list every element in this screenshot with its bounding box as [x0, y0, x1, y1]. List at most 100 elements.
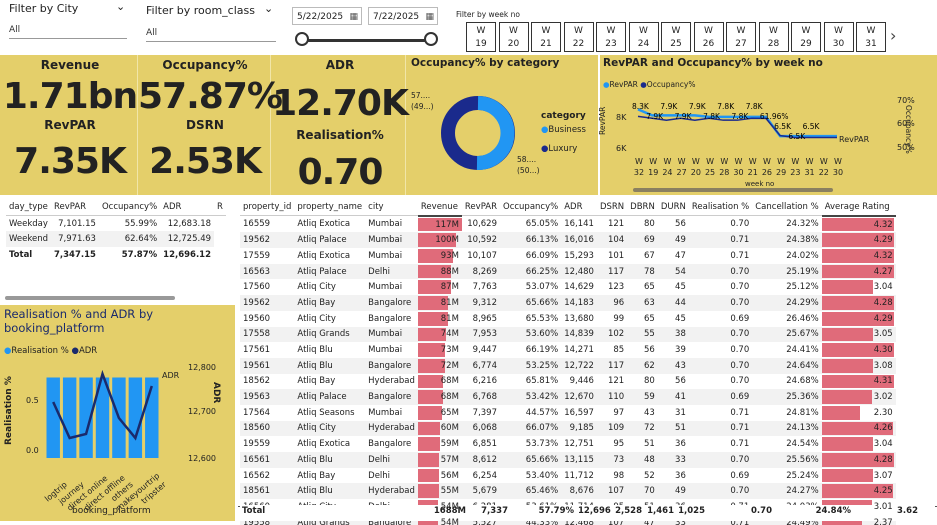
cell-value: 81M [440, 313, 459, 324]
week-button[interactable]: W 23 [596, 22, 626, 52]
data-label: 7.9K [689, 102, 707, 111]
legend-realisation[interactable]: Realisation % [11, 346, 68, 356]
line-chart-scrollbar[interactable] [633, 188, 833, 192]
table-cell: Atliq Bay [297, 376, 336, 387]
column-header[interactable]: DURN [657, 199, 689, 217]
room-class-filter-title: Filter by room_class [146, 4, 255, 17]
table-cell: 65.66% [525, 454, 559, 465]
legend-item-business[interactable]: ●Business [541, 125, 586, 135]
bar-y-axis-label: Realisation % [4, 376, 14, 445]
y2-tick: 12,800 [188, 363, 216, 372]
table-row[interactable]: 18560 Atliq City Hyderabad 60M 6,068 66.07% 9,… [240, 420, 896, 437]
week-button[interactable]: W 27 [726, 22, 756, 52]
week-button[interactable]: W 29 [791, 22, 821, 52]
bar-chart-plot[interactable] [45, 362, 160, 458]
room-class-filter-dropdown[interactable]: All [146, 25, 276, 42]
table-cell: 24.29% [786, 297, 819, 308]
table-row[interactable]: 17560 Atliq City Mumbai 87M 7,763 53.07% 14,62… [240, 279, 896, 295]
column-header[interactable]: Occupancy% [98, 199, 161, 216]
line-legend: ●RevPAR ●Occupancy% [603, 80, 696, 89]
table-row[interactable]: 16563 Atliq Palace Delhi 88M 8,269 66.25% 12,4… [240, 263, 896, 280]
table-row[interactable]: 17564 Atliq Seasons Mumbai 65M 7,397 44.57% 16… [240, 405, 896, 421]
column-header[interactable]: Revenue [417, 199, 462, 217]
table-total-row[interactable]: Total 7,347.15 57.87% 12,696.12 [6, 247, 226, 263]
table-cell: 16561 [243, 454, 271, 465]
table-row[interactable]: 18562 Atliq Bay Hyderabad 68M 6,216 65.81% 9,4… [240, 374, 896, 390]
calendar-icon[interactable]: ▦ [425, 8, 434, 26]
column-header[interactable]: RevPAR [51, 199, 99, 216]
week-button[interactable]: W 28 [758, 22, 789, 52]
table-row[interactable]: Weekend 7,971.63 62.64% 12,725.49 [6, 231, 226, 248]
week-button[interactable]: W 26 [693, 22, 724, 52]
week-button[interactable]: W 24 [628, 22, 659, 52]
column-header[interactable]: RevPAR [461, 199, 500, 217]
calendar-icon[interactable]: ▦ [349, 8, 358, 26]
cell-value: 4.32 [873, 219, 893, 230]
table-row[interactable]: 19563 Atliq Palace Bangalore 68M 6,768 53.42%… [240, 389, 896, 405]
legend-adr[interactable]: ADR [79, 346, 97, 356]
table-cell: 18560 [243, 423, 271, 434]
table-cell: 31 [675, 407, 686, 418]
date-slider-end-handle[interactable] [424, 32, 438, 46]
table-cell: 99 [613, 313, 625, 324]
week-button[interactable]: W 21 [531, 22, 561, 52]
column-header[interactable]: Cancellation % [752, 199, 822, 217]
column-header[interactable]: Average Rating [821, 199, 896, 217]
data-bar [821, 280, 873, 295]
column-header[interactable]: day_type [6, 199, 51, 216]
end-date-input[interactable]: 7/22/2025 ▦ [368, 7, 438, 25]
column-header[interactable]: R [214, 199, 226, 216]
table-row[interactable]: 19559 Atliq Exotica Bangalore 59M 6,851 53.73… [240, 436, 896, 452]
data-label: 6.5K [774, 122, 792, 131]
date-slider-start-handle[interactable] [295, 32, 309, 46]
column-header[interactable]: DBRN [627, 199, 658, 217]
table-row[interactable]: 16562 Atliq Bay Delhi 56M 6,254 53.40% 11,712 9… [240, 468, 896, 484]
legend-item-luxury[interactable]: ●Luxury [541, 144, 577, 154]
week-button[interactable]: W 30 [823, 22, 854, 52]
table-row[interactable]: 19562 Atliq Palace Mumbai 100M 10,592 66.13% 1… [240, 232, 896, 249]
table-row[interactable]: 16561 Atliq Blu Delhi 57M 8,612 65.66% 13,115 7… [240, 452, 896, 468]
table-cell: 45 [675, 282, 686, 293]
table-row[interactable]: Weekday 7,101.15 55.99% 12,683.18 [6, 215, 226, 231]
table-row[interactable]: 18561 Atliq Blu Hyderabad 55M 5,679 65.46% 8,6… [240, 483, 896, 500]
column-header[interactable]: ADR [160, 199, 215, 216]
table-cell: 102 [607, 329, 625, 340]
table-row[interactable]: 19560 Atliq City Bangalore 81M 8,965 65.53% 13… [240, 311, 896, 327]
start-date-input[interactable]: 5/22/2025 ▦ [292, 7, 362, 25]
next-chevron-icon[interactable]: › [890, 26, 896, 45]
table-cell: 7,101.15 [58, 218, 96, 229]
table-cell: 100M [417, 232, 462, 248]
table-row[interactable]: 17559 Atliq Exotica Mumbai 93M 10,107 66.09% 1… [240, 248, 896, 264]
column-header[interactable]: Occupancy% [500, 199, 562, 217]
legend-occupancy[interactable]: Occupancy% [647, 80, 696, 89]
table-cell: 66.13% [525, 235, 559, 246]
column-header[interactable]: property_name [294, 199, 366, 217]
x-tick: W 30 [832, 157, 844, 177]
day-type-table-container: day_type RevPAR Occupancy% ADR R Weekday… [0, 196, 237, 302]
table-row[interactable]: 16559 Atliq Exotica Mumbai 117M 10,629 65.05%… [240, 216, 896, 233]
table-row[interactable]: 17561 Atliq Blu Mumbai 73M 9,447 66.19% 14,271… [240, 342, 896, 358]
donut-chart[interactable] [430, 85, 530, 185]
city-chevron-down-icon[interactable]: ⌄ [116, 0, 125, 13]
table-cell: 24.68% [786, 376, 819, 387]
column-header[interactable]: Realisation % [688, 199, 753, 217]
table-row[interactable]: 19561 Atliq Blu Bangalore 72M 6,774 53.25% 12,… [240, 357, 896, 374]
legend-revpar[interactable]: RevPAR [610, 80, 638, 89]
room-class-chevron-down-icon[interactable]: ⌄ [264, 2, 273, 15]
week-button[interactable]: W 22 [563, 22, 594, 52]
week-button[interactable]: W 31 [856, 22, 886, 52]
table-row[interactable]: 19562 Atliq Bay Bangalore 81M 9,312 65.66% 14,… [240, 295, 896, 311]
day-table-scrollbar[interactable] [5, 296, 175, 300]
date-slider-track[interactable] [303, 39, 431, 42]
table-row[interactable]: 17558 Atliq Grands Mumbai 74M 7,953 53.60% 14,… [240, 326, 896, 343]
cell-value: 74M [440, 329, 459, 340]
city-filter-dropdown[interactable]: All [9, 22, 127, 39]
week-button[interactable]: W 25 [661, 22, 691, 52]
column-header[interactable]: property_id [240, 199, 295, 217]
column-header[interactable]: DSRN [596, 199, 628, 217]
column-header[interactable]: ADR [561, 199, 597, 217]
week-button[interactable]: W 20 [498, 22, 529, 52]
week-button[interactable]: W 19 [466, 22, 496, 52]
line-chart-plot[interactable]: 8.3K7.9K7.9K7.9K7.9K7.8K7.8K7.8K7.8K61.9… [630, 95, 845, 155]
column-header[interactable]: city [365, 199, 418, 217]
